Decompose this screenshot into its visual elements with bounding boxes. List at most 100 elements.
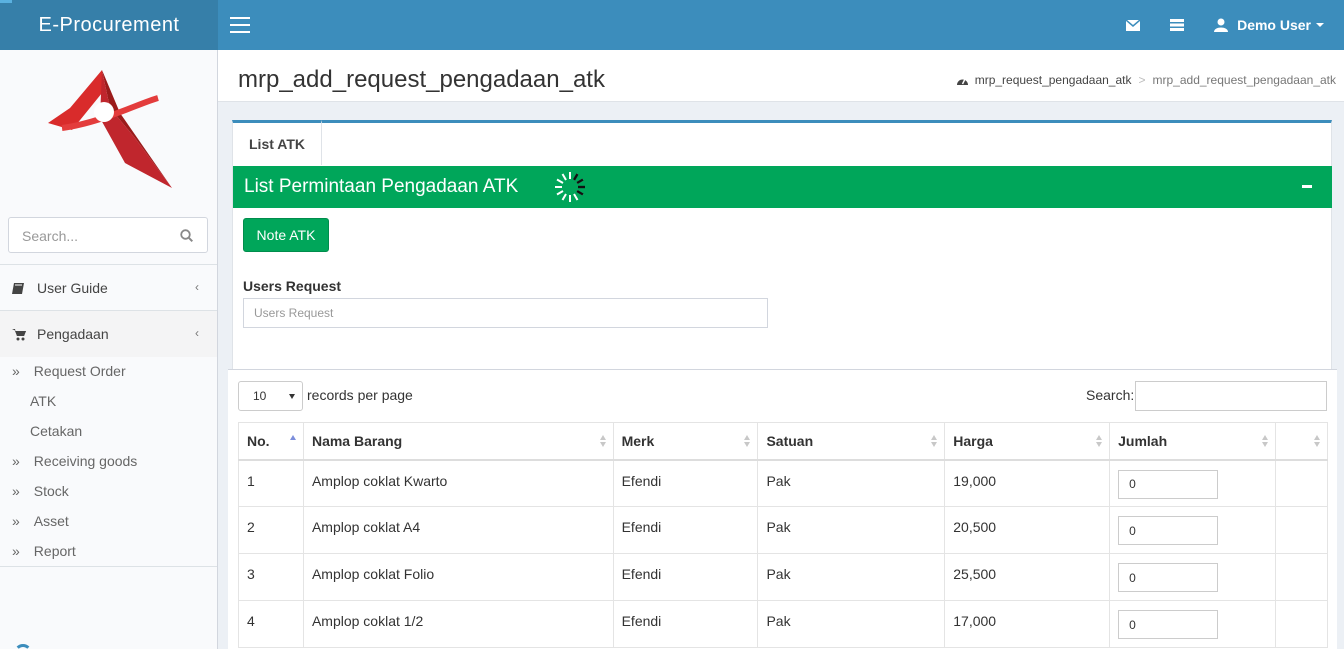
- column-header-harga[interactable]: Harga: [944, 422, 1111, 461]
- column-header-no[interactable]: No.: [238, 422, 304, 461]
- table-header-row: No. Nama Barang Merk Satuan Harga Jumlah: [238, 422, 1328, 461]
- table-search-label: Search:: [1086, 387, 1135, 403]
- menu-item-label: User Guide: [37, 280, 108, 296]
- records-per-page-value: 10: [253, 389, 267, 403]
- app-logo-title[interactable]: E-Procurement: [0, 0, 218, 50]
- chevron-left-icon: ‹: [195, 280, 199, 294]
- records-per-page-label: records per page: [307, 387, 413, 403]
- column-header-action[interactable]: [1275, 422, 1328, 461]
- cell-action: [1275, 459, 1328, 507]
- cell-merk: Efendi: [612, 600, 759, 648]
- cell-satuan: Pak: [757, 600, 946, 648]
- user-menu[interactable]: Demo User: [1214, 17, 1324, 33]
- shopping-cart-icon: [12, 328, 26, 341]
- breadcrumb-link[interactable]: mrp_request_pengadaan_atk: [975, 73, 1132, 87]
- jumlah-input[interactable]: 0: [1118, 563, 1219, 592]
- cell-action: [1275, 506, 1328, 554]
- angle-double-right-icon: »: [12, 363, 20, 379]
- sidebar: Search... User Guide ‹ Pengadaan ‹ » Requ…: [0, 50, 218, 649]
- app-title: E-Procurement: [38, 13, 180, 36]
- cell-no: 2: [238, 506, 304, 554]
- search-icon[interactable]: [180, 229, 194, 245]
- navbar-right: Demo User: [1096, 0, 1324, 50]
- cell-satuan: Pak: [757, 506, 946, 554]
- submenu-request-order[interactable]: » Request Order: [0, 356, 217, 386]
- menu-item-pengadaan[interactable]: Pengadaan ‹: [0, 311, 217, 357]
- menu-item-user-guide[interactable]: User Guide ‹: [0, 265, 217, 311]
- collapse-minus-icon[interactable]: [1302, 185, 1312, 188]
- cell-satuan: Pak: [757, 553, 946, 601]
- table-search-input[interactable]: [1135, 381, 1327, 411]
- sort-icon: [931, 435, 938, 449]
- angle-double-right-icon: »: [12, 543, 20, 559]
- cell-nama-barang: Amplop coklat Folio: [302, 553, 614, 601]
- submenu-asset[interactable]: » Asset: [0, 506, 217, 536]
- tab-list-atk[interactable]: List ATK: [233, 120, 322, 165]
- list-icon[interactable]: [1170, 19, 1185, 31]
- dashboard-icon: [956, 75, 969, 86]
- cell-no: 4: [238, 600, 304, 648]
- cell-jumlah: 0: [1109, 459, 1277, 507]
- cell-action: [1275, 600, 1328, 648]
- submenu-label: Stock: [33, 483, 69, 499]
- cell-harga: 19,000: [944, 459, 1111, 507]
- menu-item-label: Pengadaan: [37, 326, 109, 342]
- column-header-label: Merk: [621, 432, 655, 449]
- content-header: mrp_add_request_pengadaan_atk mrp_reques…: [218, 50, 1344, 102]
- cell-jumlah: 0: [1109, 553, 1277, 601]
- cell-nama-barang: Amplop coklat 1/2: [302, 600, 614, 648]
- cell-no: 1: [238, 459, 304, 507]
- column-header-label: Jumlah: [1118, 432, 1168, 449]
- column-header-label: No.: [247, 432, 270, 449]
- submenu-label: Receiving goods: [33, 453, 138, 469]
- book-icon: [12, 282, 26, 295]
- table-row: 1 Amplop coklat Kwarto Efendi Pak 19,000…: [238, 459, 1328, 507]
- panel-title: List Permintaan Pengadaan ATK: [244, 176, 519, 197]
- users-request-input[interactable]: Users Request: [243, 298, 768, 328]
- cell-no: 3: [238, 553, 304, 601]
- cell-merk: Efendi: [612, 506, 759, 554]
- submenu-stock[interactable]: » Stock: [0, 476, 217, 506]
- sort-icon: [744, 435, 751, 449]
- sidebar-search-input[interactable]: Search...: [8, 217, 208, 253]
- records-per-page-select[interactable]: 10: [238, 381, 303, 411]
- submenu-label: Request Order: [33, 363, 126, 379]
- jumlah-input[interactable]: 0: [1118, 516, 1219, 545]
- submenu-label: ATK: [30, 393, 57, 409]
- dropdown-arrow-icon: [289, 394, 295, 399]
- sort-icon: [599, 435, 607, 449]
- jumlah-input[interactable]: 0: [1118, 469, 1219, 499]
- jumlah-input[interactable]: 0: [1118, 610, 1219, 639]
- table-row: 3 Amplop coklat Folio Efendi Pak 25,500 …: [238, 553, 1328, 601]
- cell-merk: Efendi: [612, 553, 759, 601]
- submenu-report[interactable]: » Report: [0, 536, 217, 566]
- cell-action: [1275, 553, 1328, 601]
- submenu-label: Asset: [33, 513, 69, 529]
- page-title: mrp_add_request_pengadaan_atk: [238, 66, 605, 93]
- submenu-atk[interactable]: ATK: [0, 386, 217, 416]
- sort-icon: [1314, 435, 1321, 449]
- column-header-merk[interactable]: Merk: [612, 422, 759, 461]
- column-header-nama-barang[interactable]: Nama Barang: [302, 422, 614, 461]
- panel-header: List Permintaan Pengadaan ATK: [233, 166, 1332, 208]
- submenu-label: Cetakan: [30, 423, 83, 439]
- submenu-cetakan[interactable]: Cetakan: [0, 416, 217, 446]
- caret-down-icon: [1316, 23, 1324, 27]
- submenu-receiving-goods[interactable]: » Receiving goods: [0, 446, 217, 476]
- cell-jumlah: 0: [1109, 506, 1277, 554]
- cell-harga: 17,000: [944, 600, 1111, 648]
- angle-double-right-icon: »: [12, 513, 20, 529]
- cell-harga: 25,500: [944, 553, 1111, 601]
- cell-nama-barang: Amplop coklat A4: [302, 506, 614, 554]
- brand-logo: [48, 70, 172, 188]
- datatable-wrapper: 10 records per page Search: No. Nama Bar…: [228, 369, 1337, 649]
- angle-double-right-icon: »: [12, 453, 20, 469]
- envelope-icon[interactable]: [1126, 19, 1141, 31]
- column-header-satuan[interactable]: Satuan: [757, 422, 946, 461]
- atk-table: No. Nama Barang Merk Satuan Harga Jumlah…: [238, 422, 1328, 648]
- users-request-label: Users Request: [243, 278, 342, 294]
- table-row: 4 Amplop coklat 1/2 Efendi Pak 17,000 0: [238, 600, 1328, 648]
- sidebar-toggle-icon[interactable]: [230, 17, 250, 33]
- note-atk-button[interactable]: Note ATK: [243, 218, 329, 252]
- column-header-jumlah[interactable]: Jumlah: [1109, 422, 1277, 461]
